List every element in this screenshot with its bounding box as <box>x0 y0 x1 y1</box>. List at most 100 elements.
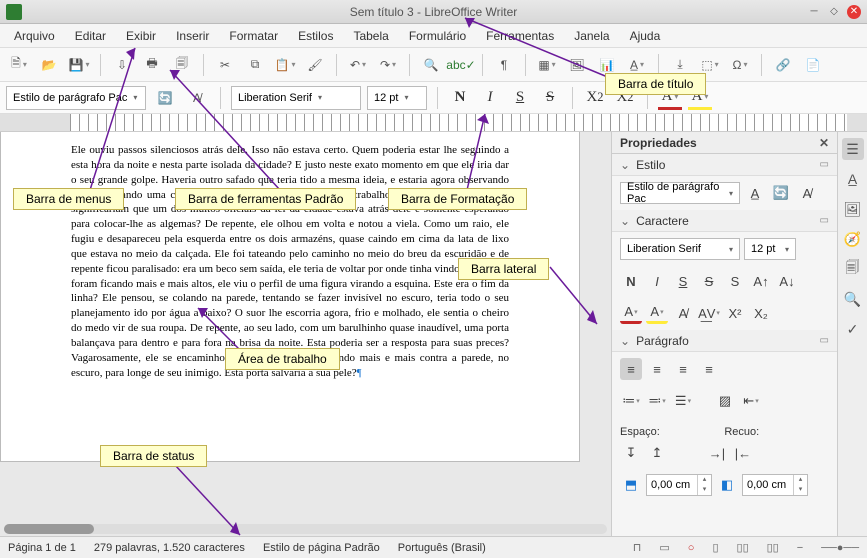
bg-color-button[interactable]: ▨ <box>714 390 736 412</box>
sidebar-size-combo[interactable]: 12 pt▾ <box>744 238 796 260</box>
minimize-button[interactable]: ─ <box>807 5 821 19</box>
indent-decrease2-button[interactable]: |← <box>732 442 754 464</box>
open-button[interactable]: 📂 <box>36 52 62 78</box>
space-increase-button[interactable]: ↧ <box>620 442 642 464</box>
align-center-button[interactable]: ≡ <box>646 358 668 380</box>
indent-increase-button[interactable]: →| <box>706 442 728 464</box>
copy-button[interactable]: ⧉ <box>242 52 268 78</box>
update-style-button[interactable]: 🔄 <box>152 85 178 111</box>
sb-font-color-button[interactable]: A <box>620 302 642 324</box>
menu-tabela[interactable]: Tabela <box>345 27 396 45</box>
tab-navigator[interactable]: 🧭 <box>842 228 864 250</box>
status-view-single[interactable]: ▯ <box>712 541 718 554</box>
new-style-button[interactable]: A̸ <box>184 85 210 111</box>
special-char-button[interactable]: Ω <box>727 52 753 78</box>
bullet-list-button[interactable]: ≔ <box>620 390 642 412</box>
tab-inspector[interactable]: 🔍 <box>842 288 864 310</box>
paragraph-style-combo[interactable]: Estilo de parágrafo Pac▾ <box>6 86 146 110</box>
sb-italic-button[interactable]: I <box>646 270 668 292</box>
menu-ferramentas[interactable]: Ferramentas <box>478 27 562 45</box>
footnote-button[interactable]: 📄 <box>800 52 826 78</box>
tab-styles[interactable]: A̲ <box>842 168 864 190</box>
menu-inserir[interactable]: Inserir <box>168 27 217 45</box>
menu-formatar[interactable]: Formatar <box>221 27 286 45</box>
new-doc-button[interactable]: 🗎 <box>6 52 32 78</box>
outline-list-button[interactable]: ☰ <box>672 390 694 412</box>
status-view-book[interactable]: ▯▯ <box>767 541 779 554</box>
sb-strike-button[interactable]: S <box>698 270 720 292</box>
menu-ajuda[interactable]: Ajuda <box>622 27 669 45</box>
tab-properties[interactable]: ☰ <box>842 138 864 160</box>
horizontal-ruler[interactable] <box>0 114 867 132</box>
tab-manage-changes[interactable]: ✓ <box>842 318 864 340</box>
status-page-style[interactable]: Estilo de página Padrão <box>263 542 380 554</box>
close-button[interactable]: ✕ <box>847 5 861 19</box>
export-pdf-button[interactable]: ⇩ <box>109 52 135 78</box>
paragraph-panel-header[interactable]: Parágrafo▭ <box>612 330 837 352</box>
sidebar-close-icon[interactable]: ✕ <box>819 136 829 150</box>
clone-format-button[interactable]: 🖌 <box>302 52 328 78</box>
sb-highlight-button[interactable]: A <box>646 302 668 324</box>
menu-editar[interactable]: Editar <box>67 27 114 45</box>
sb-underline-button[interactable]: S <box>672 270 694 292</box>
status-signature-icon[interactable]: ○ <box>688 542 695 554</box>
sb-decrease-size-button[interactable]: A↓ <box>776 270 798 292</box>
menu-estilos[interactable]: Estilos <box>290 27 341 45</box>
strikethrough-button[interactable]: S <box>538 86 562 110</box>
italic-button[interactable]: I <box>478 86 502 110</box>
update-style-icon[interactable]: 🔄 <box>770 182 792 204</box>
sb-subscript-button[interactable]: X₂ <box>750 302 772 324</box>
font-size-combo[interactable]: 12 pt▾ <box>367 86 427 110</box>
indent-before-spin[interactable]: ▴▾ <box>742 474 808 496</box>
align-right-button[interactable]: ≡ <box>672 358 694 380</box>
sb-clear-format-button[interactable]: A̸ <box>672 302 694 324</box>
number-list-button[interactable]: ≕ <box>646 390 668 412</box>
insert-image-button[interactable]: 🖼 <box>564 52 590 78</box>
bold-button[interactable]: N <box>448 86 472 110</box>
menu-formulario[interactable]: Formulário <box>401 27 474 45</box>
tab-gallery[interactable]: 🖼 <box>842 198 864 220</box>
status-language[interactable]: Português (Brasil) <box>398 542 486 554</box>
hyperlink-button[interactable]: 🔗 <box>770 52 796 78</box>
space-above-spin[interactable]: ▴▾ <box>646 474 712 496</box>
menu-exibir[interactable]: Exibir <box>118 27 164 45</box>
spellcheck-button[interactable]: abc✓ <box>448 52 474 78</box>
superscript-button[interactable]: X2 <box>583 86 607 110</box>
formatting-marks-button[interactable]: ¶ <box>491 52 517 78</box>
status-zoom-out[interactable]: − <box>797 542 803 554</box>
find-button[interactable]: 🔍 <box>418 52 444 78</box>
tab-page[interactable]: 🗐 <box>842 258 864 280</box>
cut-button[interactable]: ✂ <box>212 52 238 78</box>
undo-button[interactable]: ↶ <box>345 52 371 78</box>
status-word-count[interactable]: 279 palavras, 1.520 caracteres <box>94 542 245 554</box>
document-body-text[interactable]: Ele ouviu passos silenciosos atrás dele.… <box>71 144 509 379</box>
print-preview-button[interactable]: 🗐 <box>169 52 195 78</box>
align-justify-button[interactable]: ≡ <box>698 358 720 380</box>
menu-janela[interactable]: Janela <box>566 27 617 45</box>
sidebar-font-combo[interactable]: Liberation Serif▾ <box>620 238 740 260</box>
status-zoom-slider[interactable]: ──●── <box>821 542 859 554</box>
status-selection-mode[interactable]: ▭ <box>659 541 669 554</box>
maximize-button[interactable]: ◇ <box>827 5 841 19</box>
horizontal-scrollbar[interactable] <box>4 524 607 534</box>
character-panel-header[interactable]: Caractere▭ <box>612 210 837 232</box>
sb-char-spacing-button[interactable]: A͟V <box>698 302 720 324</box>
insert-table-button[interactable]: ▦ <box>534 52 560 78</box>
edit-style-icon[interactable]: A̸ <box>796 182 818 204</box>
style-panel-header[interactable]: Estilo▭ <box>612 154 837 176</box>
status-insert-mode[interactable]: ⊓ <box>633 541 642 554</box>
status-page[interactable]: Página 1 de 1 <box>8 542 76 554</box>
sb-shadow-button[interactable]: S <box>724 270 746 292</box>
menu-arquivo[interactable]: Arquivo <box>6 27 63 45</box>
page[interactable]: Ele ouviu passos silenciosos atrás dele.… <box>0 132 580 462</box>
align-left-button[interactable]: ≡ <box>620 358 642 380</box>
paste-button[interactable]: 📋 <box>272 52 298 78</box>
sidebar-para-style-combo[interactable]: Estilo de parágrafo Pac▾ <box>620 182 740 204</box>
new-style-icon[interactable]: A̲ <box>744 182 766 204</box>
sb-increase-size-button[interactable]: A↑ <box>750 270 772 292</box>
print-button[interactable]: 🖶 <box>139 52 165 78</box>
indent-decrease-button[interactable]: ⇤ <box>740 390 762 412</box>
underline-button[interactable]: S <box>508 86 532 110</box>
save-button[interactable]: 💾 <box>66 52 92 78</box>
space-decrease-button[interactable]: ↥ <box>646 442 668 464</box>
